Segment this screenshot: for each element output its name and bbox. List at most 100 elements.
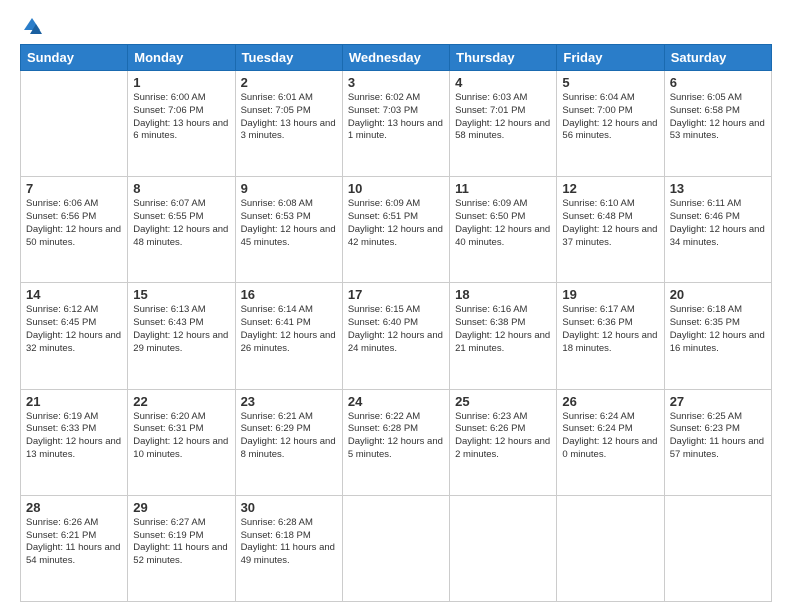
day-number: 24	[348, 394, 444, 409]
calendar-cell: 26 Sunrise: 6:24 AMSunset: 6:24 PMDayligh…	[557, 389, 664, 495]
calendar-cell: 17 Sunrise: 6:15 AMSunset: 6:40 PMDayligh…	[342, 283, 449, 389]
day-header: Friday	[557, 45, 664, 71]
day-number: 30	[241, 500, 337, 515]
day-info: Sunrise: 6:00 AMSunset: 7:06 PMDaylight:…	[133, 92, 229, 143]
day-info: Sunrise: 6:03 AMSunset: 7:01 PMDaylight:…	[455, 92, 551, 143]
day-number: 19	[562, 287, 658, 302]
day-info: Sunrise: 6:07 AMSunset: 6:55 PMDaylight:…	[133, 198, 229, 249]
calendar-header-row: SundayMondayTuesdayWednesdayThursdayFrid…	[21, 45, 772, 71]
day-number: 11	[455, 181, 551, 196]
calendar-cell	[342, 495, 449, 601]
day-info: Sunrise: 6:12 AMSunset: 6:45 PMDaylight:…	[26, 304, 122, 355]
calendar-row: 28 Sunrise: 6:26 AMSunset: 6:21 PMDayligh…	[21, 495, 772, 601]
day-info: Sunrise: 6:26 AMSunset: 6:21 PMDaylight:…	[26, 517, 122, 568]
day-info: Sunrise: 6:09 AMSunset: 6:51 PMDaylight:…	[348, 198, 444, 249]
day-number: 20	[670, 287, 766, 302]
day-info: Sunrise: 6:06 AMSunset: 6:56 PMDaylight:…	[26, 198, 122, 249]
day-number: 25	[455, 394, 551, 409]
calendar-row: 7 Sunrise: 6:06 AMSunset: 6:56 PMDaylight…	[21, 177, 772, 283]
day-header: Saturday	[664, 45, 771, 71]
day-info: Sunrise: 6:22 AMSunset: 6:28 PMDaylight:…	[348, 411, 444, 462]
calendar-cell: 25 Sunrise: 6:23 AMSunset: 6:26 PMDayligh…	[450, 389, 557, 495]
calendar-row: 21 Sunrise: 6:19 AMSunset: 6:33 PMDayligh…	[21, 389, 772, 495]
day-number: 29	[133, 500, 229, 515]
calendar-cell: 28 Sunrise: 6:26 AMSunset: 6:21 PMDayligh…	[21, 495, 128, 601]
calendar-cell	[557, 495, 664, 601]
calendar-cell: 4 Sunrise: 6:03 AMSunset: 7:01 PMDaylight…	[450, 71, 557, 177]
day-header: Monday	[128, 45, 235, 71]
calendar-cell	[21, 71, 128, 177]
day-info: Sunrise: 6:19 AMSunset: 6:33 PMDaylight:…	[26, 411, 122, 462]
day-info: Sunrise: 6:27 AMSunset: 6:19 PMDaylight:…	[133, 517, 229, 568]
calendar-cell: 29 Sunrise: 6:27 AMSunset: 6:19 PMDayligh…	[128, 495, 235, 601]
calendar-cell: 30 Sunrise: 6:28 AMSunset: 6:18 PMDayligh…	[235, 495, 342, 601]
calendar-cell	[664, 495, 771, 601]
day-number: 27	[670, 394, 766, 409]
day-number: 2	[241, 75, 337, 90]
day-number: 7	[26, 181, 122, 196]
calendar-cell: 13 Sunrise: 6:11 AMSunset: 6:46 PMDayligh…	[664, 177, 771, 283]
calendar-cell: 1Sunrise: 6:00 AMSunset: 7:06 PMDaylight…	[128, 71, 235, 177]
calendar-cell: 19 Sunrise: 6:17 AMSunset: 6:36 PMDayligh…	[557, 283, 664, 389]
day-number: 22	[133, 394, 229, 409]
day-info: Sunrise: 6:11 AMSunset: 6:46 PMDaylight:…	[670, 198, 766, 249]
day-info: Sunrise: 6:24 AMSunset: 6:24 PMDaylight:…	[562, 411, 658, 462]
page: SundayMondayTuesdayWednesdayThursdayFrid…	[0, 0, 792, 612]
day-info: Sunrise: 6:05 AMSunset: 6:58 PMDaylight:…	[670, 92, 766, 143]
day-info: Sunrise: 6:15 AMSunset: 6:40 PMDaylight:…	[348, 304, 444, 355]
day-number: 12	[562, 181, 658, 196]
day-number: 4	[455, 75, 551, 90]
day-number: 23	[241, 394, 337, 409]
calendar: SundayMondayTuesdayWednesdayThursdayFrid…	[20, 44, 772, 602]
day-header: Tuesday	[235, 45, 342, 71]
day-info: Sunrise: 6:08 AMSunset: 6:53 PMDaylight:…	[241, 198, 337, 249]
calendar-cell: 24 Sunrise: 6:22 AMSunset: 6:28 PMDayligh…	[342, 389, 449, 495]
calendar-cell: 12 Sunrise: 6:10 AMSunset: 6:48 PMDayligh…	[557, 177, 664, 283]
calendar-cell: 27 Sunrise: 6:25 AMSunset: 6:23 PMDayligh…	[664, 389, 771, 495]
calendar-cell: 5 Sunrise: 6:04 AMSunset: 7:00 PMDaylight…	[557, 71, 664, 177]
day-number: 16	[241, 287, 337, 302]
logo	[20, 16, 42, 36]
day-info: Sunrise: 6:21 AMSunset: 6:29 PMDaylight:…	[241, 411, 337, 462]
calendar-cell: 11Sunrise: 6:09 AMSunset: 6:50 PMDayligh…	[450, 177, 557, 283]
day-number: 21	[26, 394, 122, 409]
calendar-cell: 14 Sunrise: 6:12 AMSunset: 6:45 PMDayligh…	[21, 283, 128, 389]
day-header: Wednesday	[342, 45, 449, 71]
calendar-cell: 2 Sunrise: 6:01 AMSunset: 7:05 PMDaylight…	[235, 71, 342, 177]
day-info: Sunrise: 6:10 AMSunset: 6:48 PMDaylight:…	[562, 198, 658, 249]
day-info: Sunrise: 6:17 AMSunset: 6:36 PMDaylight:…	[562, 304, 658, 355]
calendar-cell: 3 Sunrise: 6:02 AMSunset: 7:03 PMDaylight…	[342, 71, 449, 177]
day-header: Thursday	[450, 45, 557, 71]
calendar-cell: 16 Sunrise: 6:14 AMSunset: 6:41 PMDayligh…	[235, 283, 342, 389]
day-info: Sunrise: 6:25 AMSunset: 6:23 PMDaylight:…	[670, 411, 766, 462]
day-info: Sunrise: 6:14 AMSunset: 6:41 PMDaylight:…	[241, 304, 337, 355]
day-number: 5	[562, 75, 658, 90]
day-info: Sunrise: 6:28 AMSunset: 6:18 PMDaylight:…	[241, 517, 337, 568]
day-number: 15	[133, 287, 229, 302]
day-info: Sunrise: 6:13 AMSunset: 6:43 PMDaylight:…	[133, 304, 229, 355]
calendar-cell: 6 Sunrise: 6:05 AMSunset: 6:58 PMDaylight…	[664, 71, 771, 177]
calendar-cell: 20Sunrise: 6:18 AMSunset: 6:35 PMDayligh…	[664, 283, 771, 389]
day-number: 13	[670, 181, 766, 196]
day-number: 9	[241, 181, 337, 196]
calendar-cell: 21 Sunrise: 6:19 AMSunset: 6:33 PMDayligh…	[21, 389, 128, 495]
day-header: Sunday	[21, 45, 128, 71]
day-number: 17	[348, 287, 444, 302]
calendar-cell: 7 Sunrise: 6:06 AMSunset: 6:56 PMDaylight…	[21, 177, 128, 283]
calendar-cell: 8Sunrise: 6:07 AMSunset: 6:55 PMDaylight…	[128, 177, 235, 283]
day-info: Sunrise: 6:02 AMSunset: 7:03 PMDaylight:…	[348, 92, 444, 143]
day-info: Sunrise: 6:01 AMSunset: 7:05 PMDaylight:…	[241, 92, 337, 143]
day-number: 26	[562, 394, 658, 409]
logo-icon	[22, 16, 42, 36]
calendar-cell: 15 Sunrise: 6:13 AMSunset: 6:43 PMDayligh…	[128, 283, 235, 389]
day-info: Sunrise: 6:16 AMSunset: 6:38 PMDaylight:…	[455, 304, 551, 355]
day-number: 28	[26, 500, 122, 515]
day-info: Sunrise: 6:23 AMSunset: 6:26 PMDaylight:…	[455, 411, 551, 462]
day-number: 6	[670, 75, 766, 90]
day-info: Sunrise: 6:04 AMSunset: 7:00 PMDaylight:…	[562, 92, 658, 143]
calendar-cell: 23 Sunrise: 6:21 AMSunset: 6:29 PMDayligh…	[235, 389, 342, 495]
day-number: 3	[348, 75, 444, 90]
calendar-cell	[450, 495, 557, 601]
day-number: 14	[26, 287, 122, 302]
day-number: 18	[455, 287, 551, 302]
